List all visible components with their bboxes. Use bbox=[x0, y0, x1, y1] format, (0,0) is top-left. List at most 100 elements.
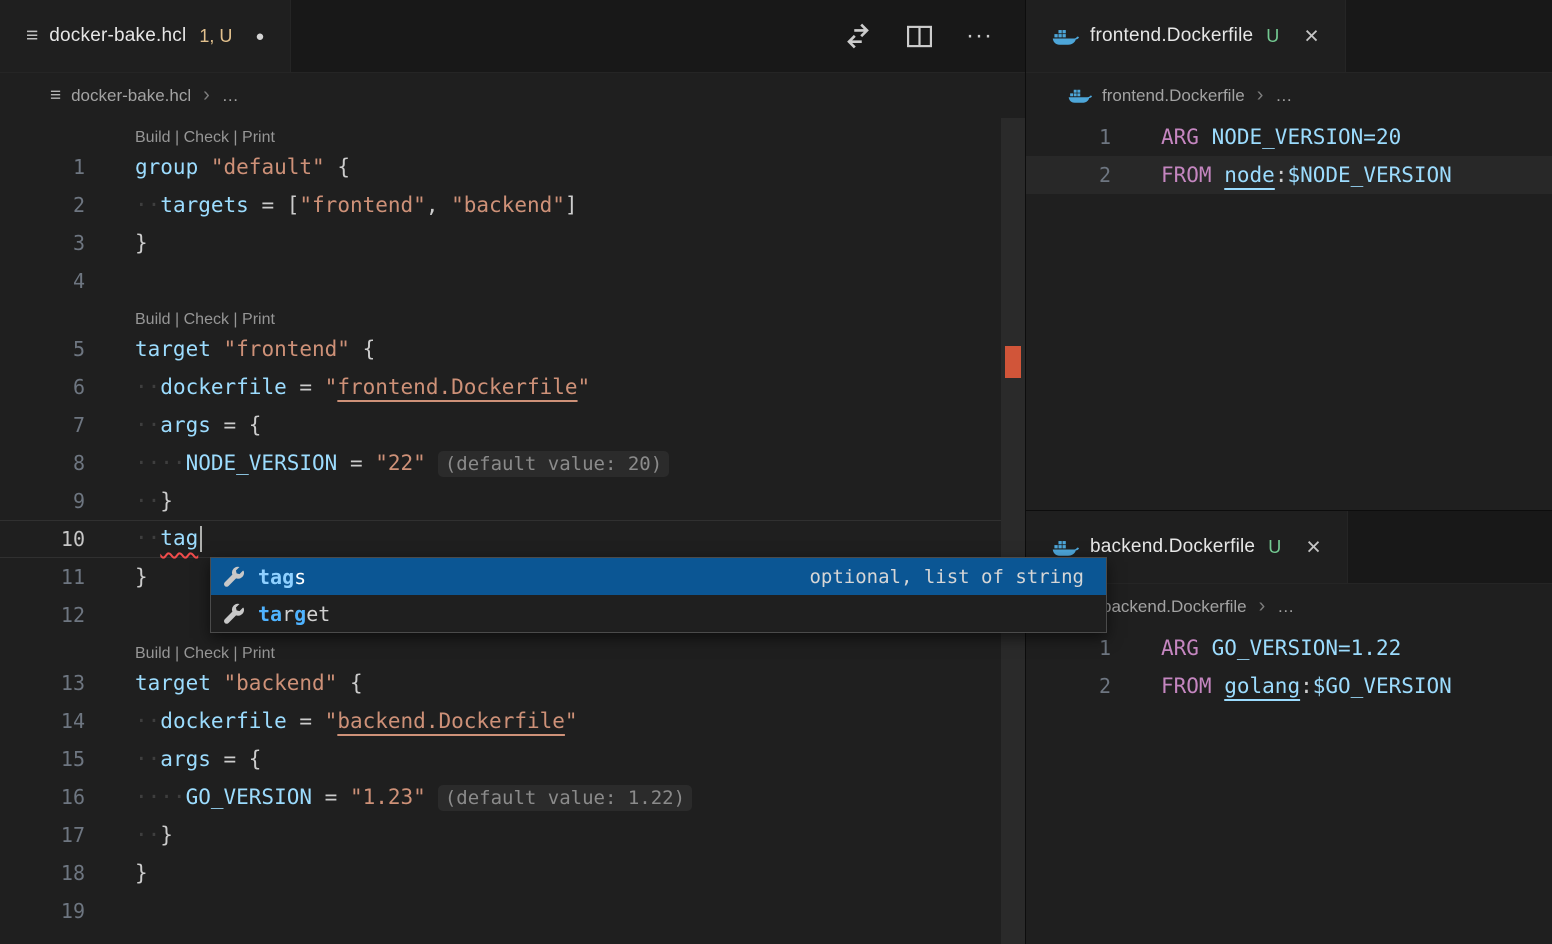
docker-whale-icon bbox=[1052, 538, 1079, 557]
code-token: ·· bbox=[135, 709, 160, 733]
line-number[interactable]: 1 bbox=[1026, 125, 1111, 149]
editor-backend-dockerfile[interactable]: 1ARG GO_VERSION=1.222FROM golang:$GO_VER… bbox=[1026, 629, 1552, 705]
codelens-actions[interactable]: Build | Check | Print bbox=[0, 300, 1001, 330]
line-number[interactable]: 12 bbox=[0, 603, 85, 627]
close-icon[interactable]: × bbox=[1304, 24, 1319, 49]
code-line[interactable]: 7··args = { bbox=[0, 406, 1001, 444]
code-line[interactable]: 16····GO_VERSION = "1.23"(default value:… bbox=[0, 778, 1001, 816]
more-actions-icon[interactable]: ··· bbox=[966, 24, 993, 48]
code-line[interactable]: 1group "default" { bbox=[0, 148, 1001, 186]
suggestion-label: tags bbox=[258, 565, 306, 589]
open-changes-icon[interactable] bbox=[843, 21, 873, 51]
codelens-actions[interactable]: Build | Check | Print bbox=[0, 118, 1001, 148]
code-line[interactable]: 19 bbox=[0, 892, 1001, 930]
code-content: group "default" { bbox=[85, 155, 350, 179]
file-link[interactable]: golang bbox=[1224, 674, 1300, 698]
line-number[interactable]: 2 bbox=[0, 193, 85, 217]
breadcrumb-frontend[interactable]: frontend.Dockerfile › … bbox=[1026, 73, 1552, 118]
code-line[interactable]: 17··} bbox=[0, 816, 1001, 854]
code-content: ARG NODE_VERSION=20 bbox=[1111, 125, 1401, 149]
line-number[interactable]: 15 bbox=[0, 747, 85, 771]
editor-docker-bake[interactable]: Build | Check | Print1group "default" {2… bbox=[0, 118, 1001, 930]
line-number[interactable]: 2 bbox=[1026, 674, 1111, 698]
line-number[interactable]: 17 bbox=[0, 823, 85, 847]
code-line[interactable]: 9··} bbox=[0, 482, 1001, 520]
code-content: FROM node:$NODE_VERSION bbox=[1111, 163, 1452, 187]
editor-frontend-dockerfile[interactable]: 1ARG NODE_VERSION=202FROM node:$NODE_VER… bbox=[1026, 118, 1552, 194]
line-number[interactable]: 14 bbox=[0, 709, 85, 733]
code-line[interactable]: 2FROM node:$NODE_VERSION bbox=[1026, 156, 1552, 194]
line-number[interactable]: 5 bbox=[0, 337, 85, 361]
line-number[interactable]: 6 bbox=[0, 375, 85, 399]
file-link[interactable]: backend.Dockerfile bbox=[337, 709, 565, 733]
code-token: ···· bbox=[135, 785, 186, 809]
code-line[interactable]: 18} bbox=[0, 854, 1001, 892]
code-token: " bbox=[325, 709, 338, 733]
line-number[interactable]: 13 bbox=[0, 671, 85, 695]
code-line[interactable]: 1ARG NODE_VERSION=20 bbox=[1026, 118, 1552, 156]
line-number[interactable]: 7 bbox=[0, 413, 85, 437]
tab-title: frontend.Dockerfile bbox=[1090, 25, 1253, 47]
code-token: = bbox=[337, 451, 375, 475]
line-number[interactable]: 11 bbox=[0, 565, 85, 589]
breadcrumb-more[interactable]: … bbox=[1277, 597, 1294, 617]
breadcrumb-file[interactable]: docker-bake.hcl bbox=[71, 86, 191, 106]
code-line[interactable]: 5target "frontend" { bbox=[0, 330, 1001, 368]
code-token: "frontend" bbox=[299, 193, 425, 217]
git-untracked-decoration: U bbox=[1266, 26, 1279, 47]
line-number[interactable]: 3 bbox=[0, 231, 85, 255]
code-line[interactable]: 4 bbox=[0, 262, 1001, 300]
code-line[interactable]: 10··tag bbox=[0, 520, 1001, 558]
line-number[interactable]: 1 bbox=[0, 155, 85, 179]
code-line[interactable]: 1ARG GO_VERSION=1.22 bbox=[1026, 629, 1552, 667]
code-line[interactable]: 2··targets = ["frontend", "backend"] bbox=[0, 186, 1001, 224]
code-line[interactable]: 14··dockerfile = "backend.Dockerfile" bbox=[0, 702, 1001, 740]
line-number[interactable]: 16 bbox=[0, 785, 85, 809]
code-token: , bbox=[426, 193, 451, 217]
code-content: target "backend" { bbox=[85, 671, 363, 695]
breadcrumb-more[interactable]: … bbox=[1275, 86, 1292, 106]
file-link[interactable]: frontend.Dockerfile bbox=[337, 375, 577, 399]
code-line[interactable]: 2FROM golang:$GO_VERSION bbox=[1026, 667, 1552, 705]
split-editor-icon[interactable] bbox=[905, 22, 934, 51]
code-line[interactable]: 15··args = { bbox=[0, 740, 1001, 778]
breadcrumb-file[interactable]: backend.Dockerfile bbox=[1102, 597, 1247, 617]
code-line[interactable]: 3} bbox=[0, 224, 1001, 262]
code-token: $GO_VERSION bbox=[1313, 674, 1452, 698]
line-number[interactable]: 18 bbox=[0, 861, 85, 885]
git-problem-decoration: 1, U bbox=[199, 26, 232, 47]
line-number[interactable]: 19 bbox=[0, 899, 85, 923]
tab-docker-bake-hcl[interactable]: ≡ docker-bake.hcl 1, U ● bbox=[0, 0, 291, 72]
code-token: target bbox=[135, 337, 211, 361]
code-token: "22" bbox=[375, 451, 426, 475]
breadcrumb-file[interactable]: frontend.Dockerfile bbox=[1102, 86, 1245, 106]
suggestion-item-tags[interactable]: tagsoptional, list of string bbox=[211, 558, 1106, 595]
tab-frontend-dockerfile[interactable]: frontend.Dockerfile U × bbox=[1026, 0, 1346, 72]
code-content: ··args = { bbox=[85, 747, 261, 771]
line-number[interactable]: 9 bbox=[0, 489, 85, 513]
breadcrumb-main[interactable]: ≡ docker-bake.hcl › … bbox=[0, 73, 1025, 118]
tab-title: docker-bake.hcl bbox=[49, 25, 186, 47]
suggestion-item-target[interactable]: target bbox=[211, 595, 1106, 632]
line-number[interactable]: 4 bbox=[0, 269, 85, 293]
line-number[interactable]: 2 bbox=[1026, 163, 1111, 187]
line-number[interactable]: 10 bbox=[0, 527, 85, 551]
code-token: { bbox=[337, 671, 362, 695]
code-token: "frontend" bbox=[224, 337, 350, 361]
vertical-scrollbar[interactable] bbox=[1001, 118, 1025, 944]
file-link[interactable]: node bbox=[1224, 163, 1275, 187]
codelens-actions[interactable]: Build | Check | Print bbox=[0, 634, 1001, 664]
code-line[interactable]: 6··dockerfile = "frontend.Dockerfile" bbox=[0, 368, 1001, 406]
breadcrumb-more[interactable]: … bbox=[222, 86, 239, 106]
code-token: { bbox=[325, 155, 350, 179]
code-token: NODE_VERSION=20 bbox=[1212, 125, 1402, 149]
line-number[interactable]: 1 bbox=[1026, 636, 1111, 660]
code-token: } bbox=[160, 489, 173, 513]
code-line[interactable]: 13target "backend" { bbox=[0, 664, 1001, 702]
close-icon[interactable]: × bbox=[1306, 535, 1321, 560]
code-token: ·· bbox=[135, 526, 160, 550]
text-cursor bbox=[200, 526, 202, 552]
dirty-indicator[interactable]: ● bbox=[255, 28, 264, 45]
code-line[interactable]: 8····NODE_VERSION = "22"(default value: … bbox=[0, 444, 1001, 482]
line-number[interactable]: 8 bbox=[0, 451, 85, 475]
